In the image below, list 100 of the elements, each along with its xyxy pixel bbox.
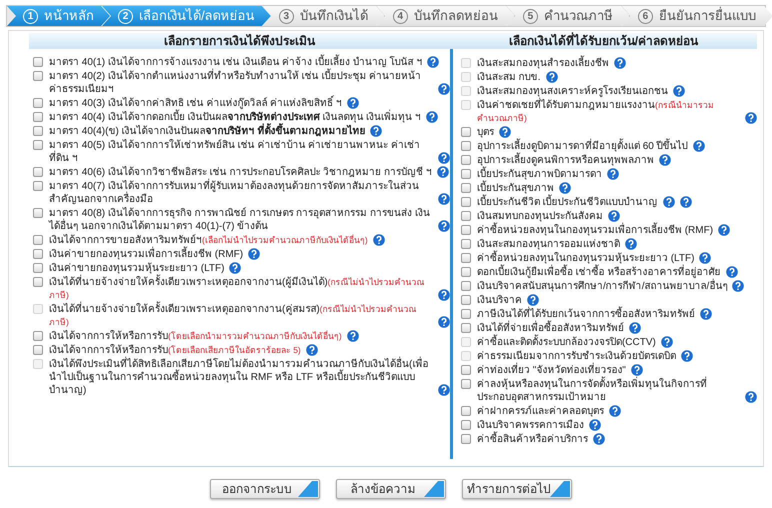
checkbox[interactable] <box>460 323 471 333</box>
checkbox[interactable] <box>33 112 43 122</box>
option-label: ภาษีเงินได้ที่ได้รับยกเว้นจากการซื้ออสังหาริมทรัพย์ <box>476 308 695 321</box>
help-icon[interactable] <box>346 330 359 342</box>
checkbox[interactable] <box>460 183 471 193</box>
option-label: เงินได้จากการขายอสังหาริมทรัพย์ฯ(เลือกไม่นำไปรวมคำนวณภาษีกับเงินได้อื่นๆ) <box>49 234 368 246</box>
action-button[interactable]: ทำรายการต่อไป <box>462 479 572 499</box>
option-label: เงินบริจาคสนับสนุนการศึกษา/การกีฬา/สถานพยาบาล/อื่นๆ <box>476 280 728 293</box>
help-icon[interactable] <box>662 196 675 208</box>
help-icon[interactable] <box>248 248 260 260</box>
checkbox[interactable] <box>33 249 43 259</box>
help-icon[interactable] <box>672 85 685 97</box>
action-button[interactable]: ออกจากระบบ <box>210 479 320 499</box>
help-icon[interactable] <box>680 196 692 208</box>
help-icon[interactable] <box>700 308 712 320</box>
help-icon[interactable] <box>680 350 693 362</box>
checkbox[interactable] <box>460 267 471 277</box>
corner-icon <box>550 481 570 497</box>
checkbox[interactable] <box>33 167 43 177</box>
help-icon[interactable] <box>438 289 450 301</box>
help-icon[interactable] <box>732 280 744 292</box>
help-icon[interactable] <box>608 405 621 417</box>
help-icon[interactable] <box>592 433 605 445</box>
help-icon[interactable] <box>438 193 450 205</box>
checkbox[interactable] <box>33 140 43 150</box>
option-label: เบี้ยประกันสุขภาพ <box>476 182 554 195</box>
checkbox[interactable] <box>460 379 471 389</box>
help-icon[interactable] <box>718 224 730 236</box>
checkbox[interactable] <box>460 406 471 416</box>
option-label: เงินสะสมกองทุนการออมแห่งชาติ <box>476 238 620 250</box>
checkbox[interactable] <box>460 141 471 151</box>
checkbox[interactable] <box>460 239 471 249</box>
help-icon[interactable] <box>526 294 539 306</box>
option-label: มาตรา 40(8) เงินได้จากการธุรกิจ การพาณิชย์ การเกษตร การอุตสาหกรรม การขนส่ง เงินได้อื่นๆ นอกจากเงินได้ตามมาตรา 40(1)-(7) ข้างต้น <box>49 207 431 233</box>
step-tab[interactable]: 3 บันทึกเงินได้ <box>262 6 385 26</box>
help-icon[interactable] <box>745 391 757 403</box>
help-icon[interactable] <box>546 71 558 83</box>
checkbox[interactable] <box>33 263 43 273</box>
action-button[interactable]: ล้างข้อความ <box>336 479 446 499</box>
help-icon[interactable] <box>558 182 571 194</box>
checkbox[interactable] <box>33 345 43 355</box>
checkbox[interactable] <box>460 197 471 207</box>
help-icon[interactable] <box>660 336 673 348</box>
step-tab[interactable]: 4 บันทึกลดหย่อน <box>376 6 515 26</box>
option-label: ค่าซื้อหน่วยลงทุนในกองทุนรวมหุ้นระยะยาว (LTF) <box>476 252 694 265</box>
help-icon[interactable] <box>438 83 450 95</box>
option-label: ค่าลงหุ้นหรือลงทุนในการจัดตั้งหรือเพิ่มทุนในกิจการที่ประกอบอุตสาหกรรมเป้าหมาย <box>476 378 740 404</box>
help-icon[interactable] <box>229 262 242 274</box>
checkbox[interactable] <box>460 253 471 263</box>
help-icon[interactable] <box>630 364 643 376</box>
help-icon[interactable] <box>438 384 450 396</box>
checkbox[interactable] <box>33 71 43 81</box>
checkbox[interactable] <box>33 98 43 108</box>
help-icon[interactable] <box>588 419 601 431</box>
help-icon[interactable] <box>306 344 318 356</box>
help-icon[interactable] <box>347 97 360 109</box>
checkbox[interactable] <box>33 181 43 191</box>
option-label: มาตรา 40(6) เงินได้จากวิชาชีพอิสระ เช่น การประกอบโรคศิลปะ วิชากฎหมาย การบัญชี ฯ <box>49 166 432 178</box>
checkbox[interactable] <box>460 281 471 291</box>
checkbox[interactable] <box>460 211 471 221</box>
help-icon[interactable] <box>426 111 438 123</box>
help-icon[interactable] <box>624 238 637 250</box>
option-label: มาตรา 40(1) เงินได้จากการจ้างแรงงาน เช่น เงินเดือน ค่าจ้าง เบี้ยเลี้ยง บำนาญ โบนัส ฯ <box>49 56 422 69</box>
help-icon[interactable] <box>726 266 738 278</box>
step-tab[interactable]: 6 ยืนยันการยื่นแบบ <box>622 6 772 26</box>
step-tab[interactable]: 5 คำนวณภาษี <box>506 6 630 26</box>
help-icon[interactable] <box>370 125 382 137</box>
option-label: มาตรา 40(7) เงินได้จากการรับเหมาที่ผู้รับเหมาต้องลงทุนด้วยการจัดหาสัมภาระในส่วนสำคัญนอกจากเครื่องมือ <box>49 180 433 206</box>
help-icon[interactable] <box>372 234 385 246</box>
help-icon[interactable] <box>614 57 626 69</box>
checkbox[interactable] <box>33 208 43 218</box>
checkbox[interactable] <box>460 309 471 319</box>
checkbox[interactable] <box>33 57 43 67</box>
help-icon[interactable] <box>628 322 641 334</box>
checkbox[interactable] <box>33 126 43 136</box>
checkbox[interactable] <box>460 295 471 305</box>
checkbox[interactable] <box>460 365 471 375</box>
help-icon[interactable] <box>606 168 619 180</box>
checkbox[interactable] <box>33 331 43 341</box>
checkbox[interactable] <box>460 225 471 235</box>
checkbox[interactable] <box>33 235 43 245</box>
option-label: มาตรา 40(3) เงินได้จากค่าสิทธิ เช่น ค่าแห่งกู๊ดวิลล์ ค่าแห่งลิขสิทธิ์ ฯ <box>49 97 342 110</box>
checkbox[interactable] <box>33 277 43 287</box>
help-icon[interactable] <box>745 112 757 124</box>
checkbox[interactable] <box>460 127 471 137</box>
help-icon[interactable] <box>436 166 449 178</box>
checkbox[interactable] <box>460 169 471 179</box>
help-icon[interactable] <box>438 220 450 232</box>
checkbox[interactable] <box>460 434 471 444</box>
help-icon[interactable] <box>699 252 712 264</box>
help-icon[interactable] <box>438 152 450 164</box>
help-icon[interactable] <box>658 154 671 166</box>
checkbox[interactable] <box>460 420 471 430</box>
help-icon[interactable] <box>608 210 620 222</box>
help-icon[interactable] <box>498 126 511 138</box>
help-icon[interactable] <box>438 316 450 328</box>
help-icon[interactable] <box>692 140 705 152</box>
checkbox[interactable] <box>460 155 471 165</box>
option-label: อุปการะเลี้ยงดูบิดามารดาที่มีอายุตั้งแต่ 60 ปีขึ้นไป <box>476 140 688 153</box>
help-icon[interactable] <box>427 56 440 68</box>
